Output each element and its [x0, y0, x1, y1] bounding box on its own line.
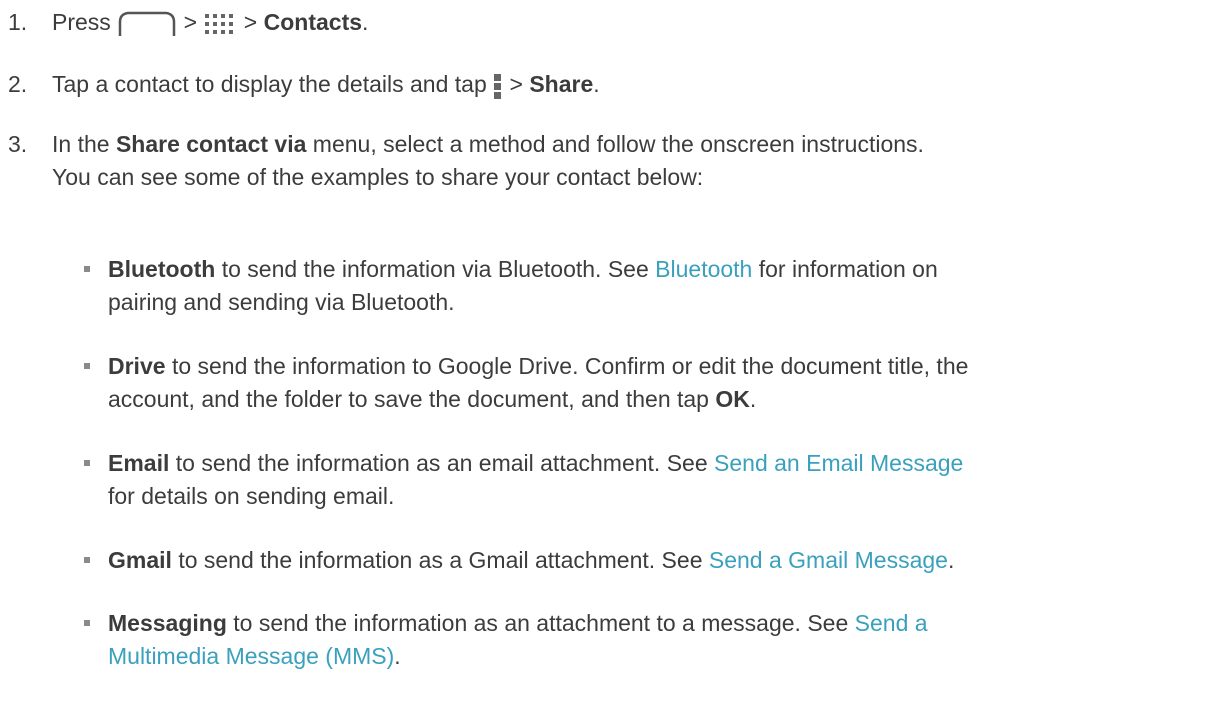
step-2: 2. Tap a contact to display the details … [8, 68, 1208, 101]
send-mms-link[interactable]: Send a [855, 610, 928, 636]
share-contact-via-label: Share contact via [115, 131, 307, 157]
bullet-icon [84, 620, 90, 626]
list-item-bluetooth: Bluetooth to send the information via Bl… [84, 253, 1204, 319]
list-item-messaging: Messaging to send the information as an … [84, 607, 1204, 673]
home-icon [117, 11, 177, 37]
bullet-icon [84, 460, 90, 466]
option-name: Messaging [108, 610, 227, 636]
send-gmail-message-link[interactable]: Send a Gmail Message [709, 547, 948, 573]
option-name: Email [108, 450, 170, 476]
bluetooth-link[interactable]: Bluetooth [655, 256, 752, 282]
list-item-gmail: Gmail to send the information as a Gmail… [84, 544, 1204, 577]
option-name: Bluetooth [108, 256, 216, 282]
step-text: Press [52, 9, 111, 35]
ok-label: OK [715, 386, 750, 412]
send-email-message-link[interactable]: Send an Email Message [714, 450, 963, 476]
option-name: Drive [108, 353, 166, 379]
step-number: 2. [8, 71, 28, 97]
bullet-icon [84, 557, 90, 563]
list-item-drive: Drive to send the information to Google … [84, 350, 1204, 416]
step-3: 3. In the Share contact via menu, select… [8, 128, 1208, 194]
step-number: 1. [8, 9, 28, 35]
send-mms-link-continued[interactable]: Multimedia Message (MMS) [108, 643, 394, 669]
list-item-email: Email to send the information as an emai… [84, 447, 1204, 513]
menu-icon [493, 73, 503, 99]
step-1: 1. Press > > Contacts. [8, 6, 1208, 39]
step-text: Tap a contact to display the details and… [52, 71, 487, 97]
bullet-icon [84, 266, 90, 272]
share-label: Share [529, 71, 594, 97]
apps-grid-icon [203, 13, 237, 35]
contacts-label: Contacts [263, 9, 363, 35]
bullet-icon [84, 363, 90, 369]
separator: > [509, 71, 523, 97]
option-name: Gmail [108, 547, 172, 573]
separator: > [243, 9, 258, 35]
step-number: 3. [8, 131, 28, 157]
separator: > [183, 9, 198, 35]
